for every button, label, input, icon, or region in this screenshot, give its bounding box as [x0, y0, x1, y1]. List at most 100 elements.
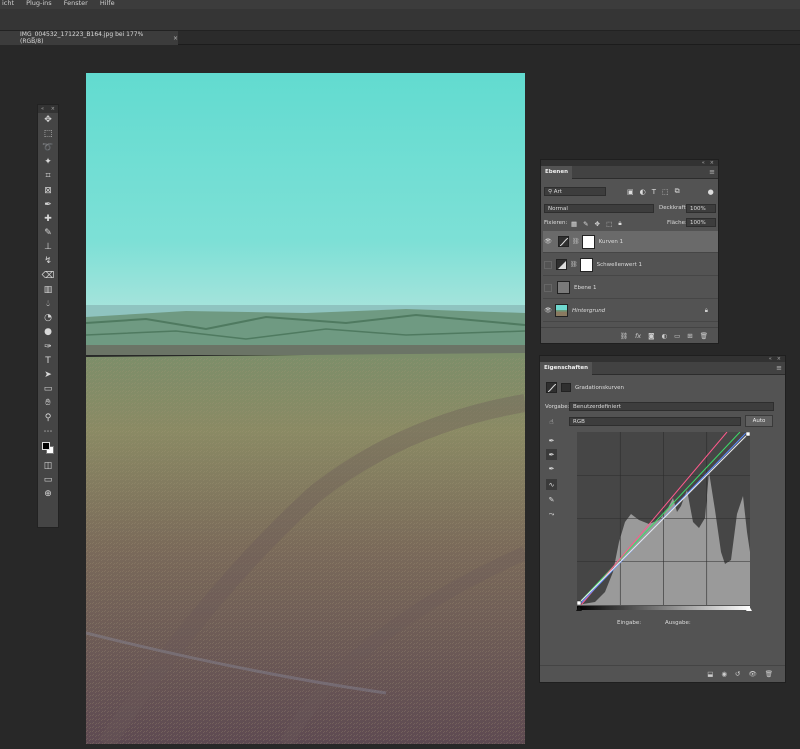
channel-select[interactable]: RGB: [569, 417, 741, 426]
reset-icon[interactable]: ↺: [735, 670, 740, 678]
screen-mode-icon[interactable]: ▭: [38, 474, 58, 488]
preset-label: Vorgabe:: [545, 404, 570, 410]
quick-select-icon[interactable]: ✦: [38, 156, 58, 170]
hand-icon[interactable]: ✋︎: [38, 397, 58, 411]
tab-properties[interactable]: Eigenschaften: [540, 362, 593, 375]
mask-icon[interactable]: [561, 383, 571, 392]
blend-mode-select[interactable]: Normal: [544, 204, 654, 213]
healing-icon[interactable]: ✚: [38, 212, 58, 226]
preset-select[interactable]: Benutzerdefiniert: [569, 402, 774, 411]
menu-item-help[interactable]: Hilfe: [100, 0, 115, 9]
pen-icon[interactable]: ✑: [38, 340, 58, 354]
lock-artboard-icon[interactable]: ⬚: [606, 220, 612, 228]
filter-adjustment-icon[interactable]: ◐: [640, 188, 646, 196]
menu-item-window[interactable]: Fenster: [64, 0, 88, 9]
curve-point-tool-icon[interactable]: ∿: [546, 479, 557, 490]
eraser-icon[interactable]: ⌫: [38, 269, 58, 283]
layers-panel-tabs: Ebenen ≡: [541, 166, 718, 179]
document-tab[interactable]: IMG_004532_171223_B164.jpg bei 177% (RGB…: [0, 31, 178, 45]
white-input-slider[interactable]: [746, 606, 752, 611]
fill-input[interactable]: 100%: [686, 218, 716, 227]
add-mask-icon[interactable]: ◙: [648, 332, 654, 340]
layer-row-pixel[interactable]: Ebene 1: [543, 277, 718, 299]
auto-button[interactable]: Auto: [745, 415, 773, 427]
link-layers-icon[interactable]: ⛓︎: [620, 332, 628, 340]
view-previous-icon[interactable]: ◉: [721, 670, 727, 678]
filter-smart-icon[interactable]: ⧉: [675, 187, 680, 196]
marquee-icon[interactable]: ⬚: [38, 127, 58, 141]
rectangle-icon[interactable]: ▭: [38, 383, 58, 397]
layer-row-background[interactable]: 👁︎ Hintergrund 🔒︎: [543, 300, 718, 322]
layer-style-icon[interactable]: fx: [635, 332, 641, 340]
layer-filter-select[interactable]: ⚲ Art: [544, 187, 606, 196]
opacity-input[interactable]: 100%: [686, 204, 716, 213]
layer-mask-thumbnail[interactable]: [581, 234, 595, 249]
filter-pixel-icon[interactable]: ▣: [627, 188, 634, 196]
trash-icon[interactable]: 🗑︎: [700, 332, 708, 340]
link-icon[interactable]: ⛓︎: [570, 261, 578, 268]
clip-to-layer-icon[interactable]: ⬓: [707, 670, 713, 678]
trash-icon[interactable]: 🗑︎: [765, 670, 773, 678]
input-gradient-bar: [577, 606, 750, 610]
quick-mask-icon[interactable]: ◫: [38, 459, 58, 473]
new-adjustment-icon[interactable]: ◐: [661, 332, 667, 340]
dodge-icon[interactable]: ◔: [38, 312, 58, 326]
eyedropper-icon[interactable]: ✒: [38, 198, 58, 212]
visibility-eye-icon[interactable]: 👁︎: [543, 307, 553, 314]
crop-icon[interactable]: ⌗: [38, 170, 58, 184]
stamp-icon[interactable]: ⊥: [38, 241, 58, 255]
visibility-toggle[interactable]: [544, 283, 552, 292]
close-icon[interactable]: ×: [51, 105, 55, 113]
layer-row-threshold[interactable]: ⛓︎ Schwellenwert 1: [543, 254, 718, 276]
smooth-icon[interactable]: ⤳: [546, 509, 557, 520]
black-point-handle: [576, 600, 582, 606]
filter-type-icon[interactable]: T: [652, 188, 656, 196]
gradient-icon[interactable]: ▥: [38, 283, 58, 297]
filter-toggle-icon[interactable]: ●: [708, 188, 714, 196]
close-icon[interactable]: ×: [173, 35, 178, 42]
menu-item-plugins[interactable]: Plug-ins: [26, 0, 52, 9]
gray-point-eyedropper-icon[interactable]: ✒: [546, 449, 557, 460]
new-group-icon[interactable]: ▭: [674, 332, 680, 340]
lock-position-icon[interactable]: ✥: [595, 220, 600, 228]
menu-item-view[interactable]: icht: [2, 0, 14, 9]
path-select-icon[interactable]: ➤: [38, 368, 58, 382]
document-canvas[interactable]: [86, 73, 525, 744]
filter-shape-icon[interactable]: ⬚: [662, 188, 669, 196]
white-point-eyedropper-icon[interactable]: ✒: [546, 463, 557, 474]
collapse-icon[interactable]: «: [41, 105, 44, 113]
brush-icon[interactable]: ✎: [38, 227, 58, 241]
move-icon[interactable]: ✥: [38, 113, 58, 127]
pencil-icon[interactable]: ✎: [546, 494, 557, 505]
panel-menu-icon[interactable]: ≡: [709, 168, 715, 176]
layer-row-curves[interactable]: 👁︎ ⛓︎ Kurven 1: [543, 231, 718, 253]
visibility-eye-icon[interactable]: 👁︎: [748, 670, 756, 678]
burn-icon[interactable]: ●: [38, 326, 58, 340]
new-layer-icon[interactable]: ⊞: [687, 332, 692, 340]
history-brush-icon[interactable]: ↯: [38, 255, 58, 269]
frame-icon[interactable]: ⊠: [38, 184, 58, 198]
black-input-slider[interactable]: [576, 606, 582, 611]
foreground-color[interactable]: [42, 442, 50, 451]
visibility-eye-icon[interactable]: 👁︎: [543, 238, 553, 245]
tools-panel-header[interactable]: « ×: [38, 105, 58, 113]
visibility-toggle[interactable]: [544, 260, 552, 269]
share-icon[interactable]: ⊕: [38, 488, 58, 502]
lock-all-icon[interactable]: 🔒︎: [618, 219, 621, 228]
color-swatches[interactable]: [38, 439, 58, 459]
lock-pixels-icon[interactable]: ✎: [583, 220, 588, 228]
target-adjust-icon[interactable]: ☝: [546, 416, 557, 427]
type-icon[interactable]: T: [38, 354, 58, 368]
lock-icon[interactable]: 🔒︎: [705, 307, 708, 315]
blur-icon[interactable]: 💧︎: [38, 297, 58, 311]
lock-transparency-icon[interactable]: ▦: [571, 220, 577, 228]
panel-menu-icon[interactable]: ≡: [776, 364, 782, 372]
black-point-eyedropper-icon[interactable]: ✒: [546, 435, 557, 446]
more-icon[interactable]: ⋯: [38, 425, 58, 439]
zoom-icon[interactable]: ⚲: [38, 411, 58, 425]
tab-layers[interactable]: Ebenen: [541, 166, 572, 179]
link-icon[interactable]: ⛓︎: [572, 238, 580, 245]
lasso-icon[interactable]: ➰: [38, 141, 58, 155]
curves-graph[interactable]: [576, 431, 751, 606]
layer-mask-thumbnail[interactable]: [579, 257, 593, 272]
